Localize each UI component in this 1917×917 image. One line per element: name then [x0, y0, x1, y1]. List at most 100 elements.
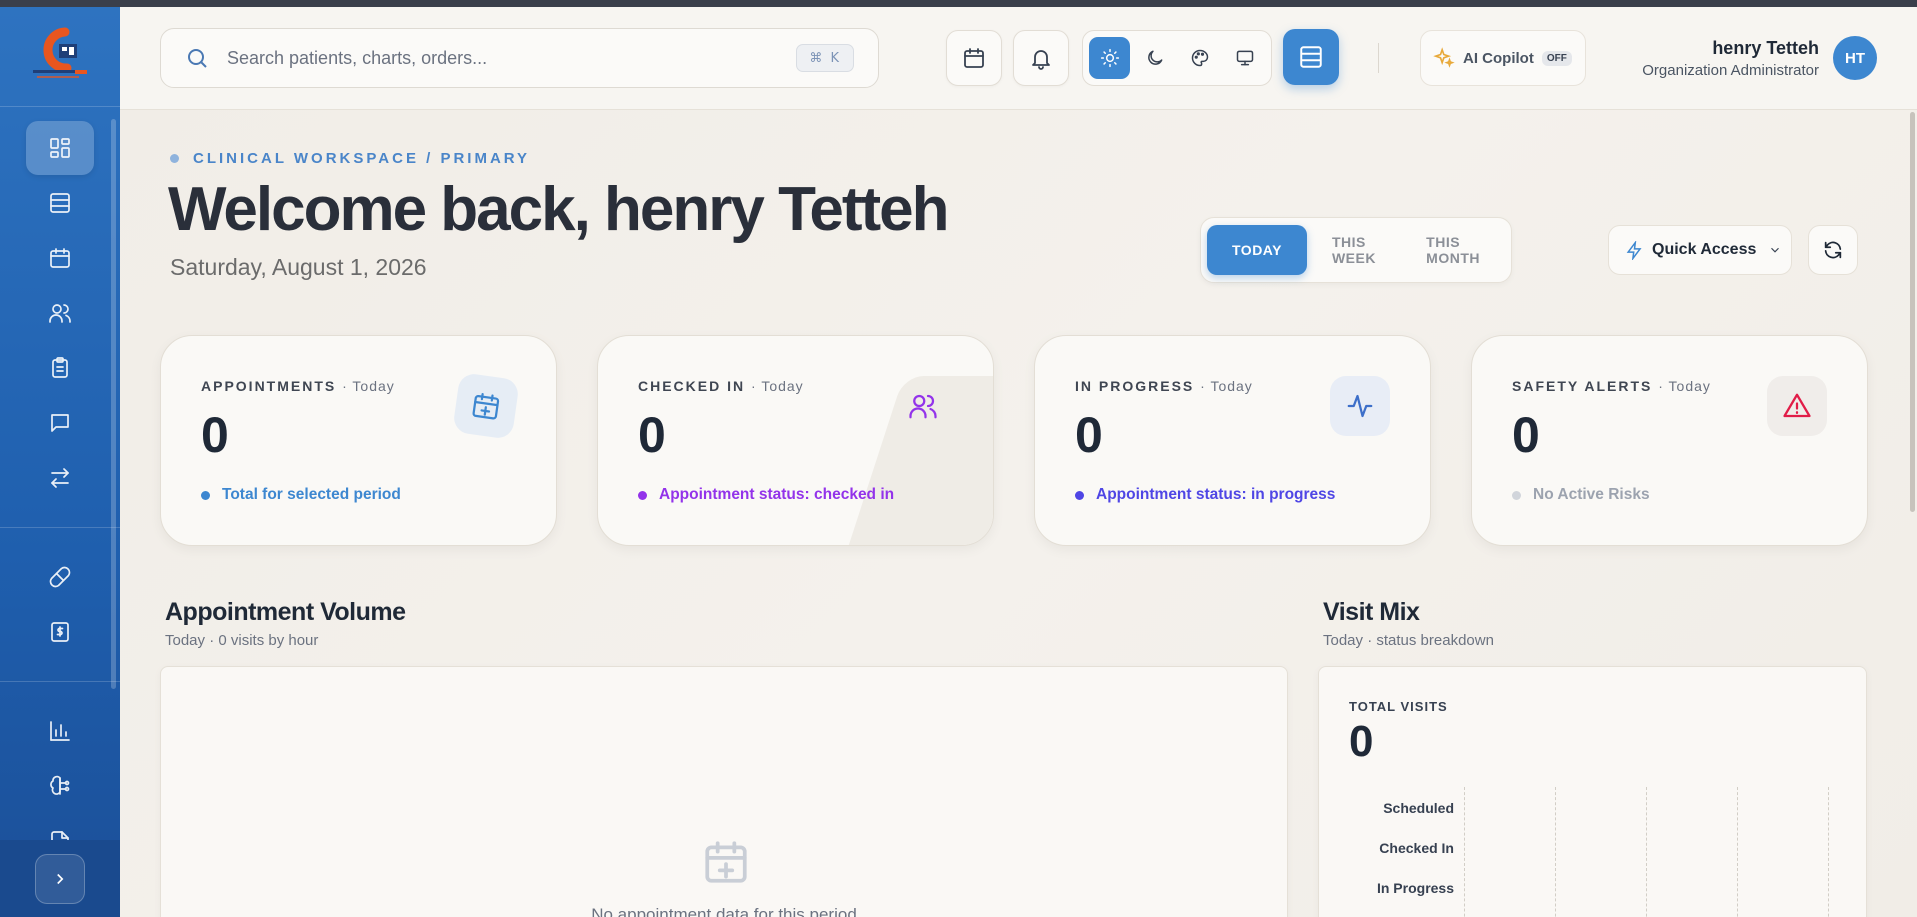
brand-logo[interactable]	[25, 22, 95, 92]
analytics-icon	[50, 721, 70, 741]
stat-icon-box	[893, 376, 953, 436]
stat-icon-box	[1767, 376, 1827, 436]
sidebar-nav	[0, 107, 120, 917]
sidebar-footer	[0, 840, 120, 917]
clipboard-icon	[52, 357, 68, 378]
sidebar-item-dashboard[interactable]	[26, 121, 94, 175]
billing-icon	[51, 622, 69, 642]
breadcrumb: CLINICAL WORKSPACE / PRIMARY	[170, 150, 530, 167]
search-bar[interactable]: Search patients, charts, orders... ⌘ K	[160, 28, 879, 88]
sidebar-item-charts[interactable]	[26, 341, 94, 395]
stat-note: Total for selected period	[201, 486, 401, 504]
visit-mix-row-label: Checked In	[1379, 840, 1454, 856]
stat-note: No Active Risks	[1512, 486, 1650, 504]
sidebar-item-messages[interactable]	[26, 396, 94, 450]
user-role: Organization Administrator	[1642, 61, 1819, 79]
stat-card-checked-in[interactable]: CHECKED IN · Today 0 Appointment status:…	[597, 335, 994, 546]
theme-dark-button[interactable]	[1134, 37, 1175, 79]
theme-light-button[interactable]	[1089, 37, 1130, 79]
stat-value: 0	[201, 407, 229, 463]
stat-note: Appointment status: in progress	[1075, 486, 1335, 504]
transfer-icon	[51, 468, 69, 488]
breadcrumb-text: CLINICAL WORKSPACE / PRIMARY	[193, 150, 531, 167]
quick-access-dropdown[interactable]: Quick Access	[1608, 225, 1792, 275]
sidebar-divider	[0, 681, 120, 682]
breadcrumb-dot	[170, 154, 179, 163]
grid-line	[1555, 787, 1556, 917]
users-icon	[49, 304, 71, 323]
chat-icon	[51, 414, 69, 432]
stat-card-safety-alerts[interactable]: SAFETY ALERTS · Today 0 No Active Risks	[1471, 335, 1868, 546]
list-icon	[50, 193, 70, 213]
stat-card-in-progress[interactable]: IN PROGRESS · Today 0 Appointment status…	[1034, 335, 1431, 546]
visit-mix-row-label: In Progress	[1376, 880, 1454, 896]
layout-list-icon	[1300, 46, 1322, 68]
avatar[interactable]: HT	[1833, 36, 1877, 80]
grid-line	[1828, 787, 1829, 917]
sidebar-item-pharmacy[interactable]	[26, 550, 94, 604]
calendar-button[interactable]	[946, 30, 1002, 86]
stat-value: 0	[1075, 407, 1103, 463]
stat-label: SAFETY ALERTS · Today	[1512, 378, 1711, 394]
theme-system-button[interactable]	[1224, 37, 1265, 79]
logo-area	[0, 7, 120, 107]
top-header: Search patients, charts, orders... ⌘ K A…	[120, 7, 1917, 110]
header-divider	[1378, 43, 1379, 73]
empty-state-text: No appointment data for this period	[591, 905, 857, 917]
stat-label: CHECKED IN · Today	[638, 378, 804, 394]
refresh-button[interactable]	[1808, 225, 1858, 275]
sidebar-item-billing[interactable]	[26, 605, 94, 659]
sidebar-item-transfers[interactable]	[26, 451, 94, 505]
user-menu[interactable]: henry Tetteh Organization Administrator …	[1642, 30, 1877, 86]
main-scrollbar[interactable]	[1910, 112, 1915, 512]
sidebar-divider	[0, 527, 120, 528]
ai-copilot-label: AI Copilot	[1463, 49, 1534, 67]
visit-mix-row-label: Scheduled	[1383, 800, 1454, 816]
sidebar-item-ai[interactable]	[26, 759, 94, 813]
notifications-button[interactable]	[1013, 30, 1069, 86]
stat-note: Appointment status: checked in	[638, 486, 894, 504]
sidebar-item-calendar[interactable]	[26, 231, 94, 285]
total-visits-label: TOTAL VISITS	[1349, 699, 1448, 714]
theme-palette-button[interactable]	[1179, 37, 1220, 79]
alert-triangle-icon	[1783, 393, 1811, 418]
calendar-icon	[964, 48, 984, 68]
current-date: Saturday, August 1, 2026	[170, 254, 427, 280]
bell-icon	[1032, 50, 1050, 70]
sparkles-icon	[1433, 47, 1455, 68]
visit-mix-panel: TOTAL VISITS 0 Scheduled Checked In In P…	[1318, 666, 1867, 917]
sidebar-item-analytics[interactable]	[26, 704, 94, 758]
sidebar-item-list[interactable]	[26, 176, 94, 230]
search-shortcut-badge: ⌘ K	[796, 44, 854, 72]
brain-icon	[50, 775, 70, 795]
ai-copilot-toggle[interactable]: AI Copilot OFF	[1420, 30, 1586, 86]
layout-toggle-button[interactable]	[1283, 29, 1339, 85]
total-visits-value: 0	[1349, 717, 1374, 766]
period-week-tab[interactable]: THIS WEEK	[1307, 225, 1401, 275]
sidebar-scrollbar[interactable]	[111, 119, 116, 689]
ai-copilot-status-badge: OFF	[1541, 50, 1572, 66]
calendar-plus-icon	[472, 393, 500, 420]
search-input[interactable]: Search patients, charts, orders...	[227, 48, 487, 69]
monitor-icon	[1236, 50, 1253, 66]
sidebar-item-patients[interactable]	[26, 286, 94, 340]
quick-access-label: Quick Access	[1652, 241, 1757, 258]
palette-icon	[1191, 49, 1208, 67]
period-selector: TODAY THIS WEEK THIS MONTH	[1200, 217, 1512, 283]
period-today-tab[interactable]: TODAY	[1207, 225, 1307, 275]
grid-line	[1737, 787, 1738, 917]
grid-line	[1646, 787, 1647, 917]
theme-switcher	[1082, 30, 1272, 86]
stat-icon-box	[452, 372, 520, 440]
user-name: henry Tetteh	[1712, 37, 1819, 58]
appointment-volume-title: Appointment Volume	[165, 598, 406, 626]
period-month-tab[interactable]: THIS MONTH	[1401, 225, 1505, 275]
expand-sidebar-button[interactable]	[35, 853, 85, 904]
visit-mix-subtitle: Today · status breakdown	[1323, 632, 1494, 649]
calendar-plus-icon	[705, 841, 747, 883]
pill-icon	[49, 566, 71, 588]
sidebar	[0, 7, 120, 917]
stat-card-appointments[interactable]: APPOINTMENTS · Today 0 Total for selecte…	[160, 335, 557, 546]
stat-value: 0	[638, 407, 666, 463]
main-content: CLINICAL WORKSPACE / PRIMARY Welcome bac…	[120, 110, 1917, 917]
